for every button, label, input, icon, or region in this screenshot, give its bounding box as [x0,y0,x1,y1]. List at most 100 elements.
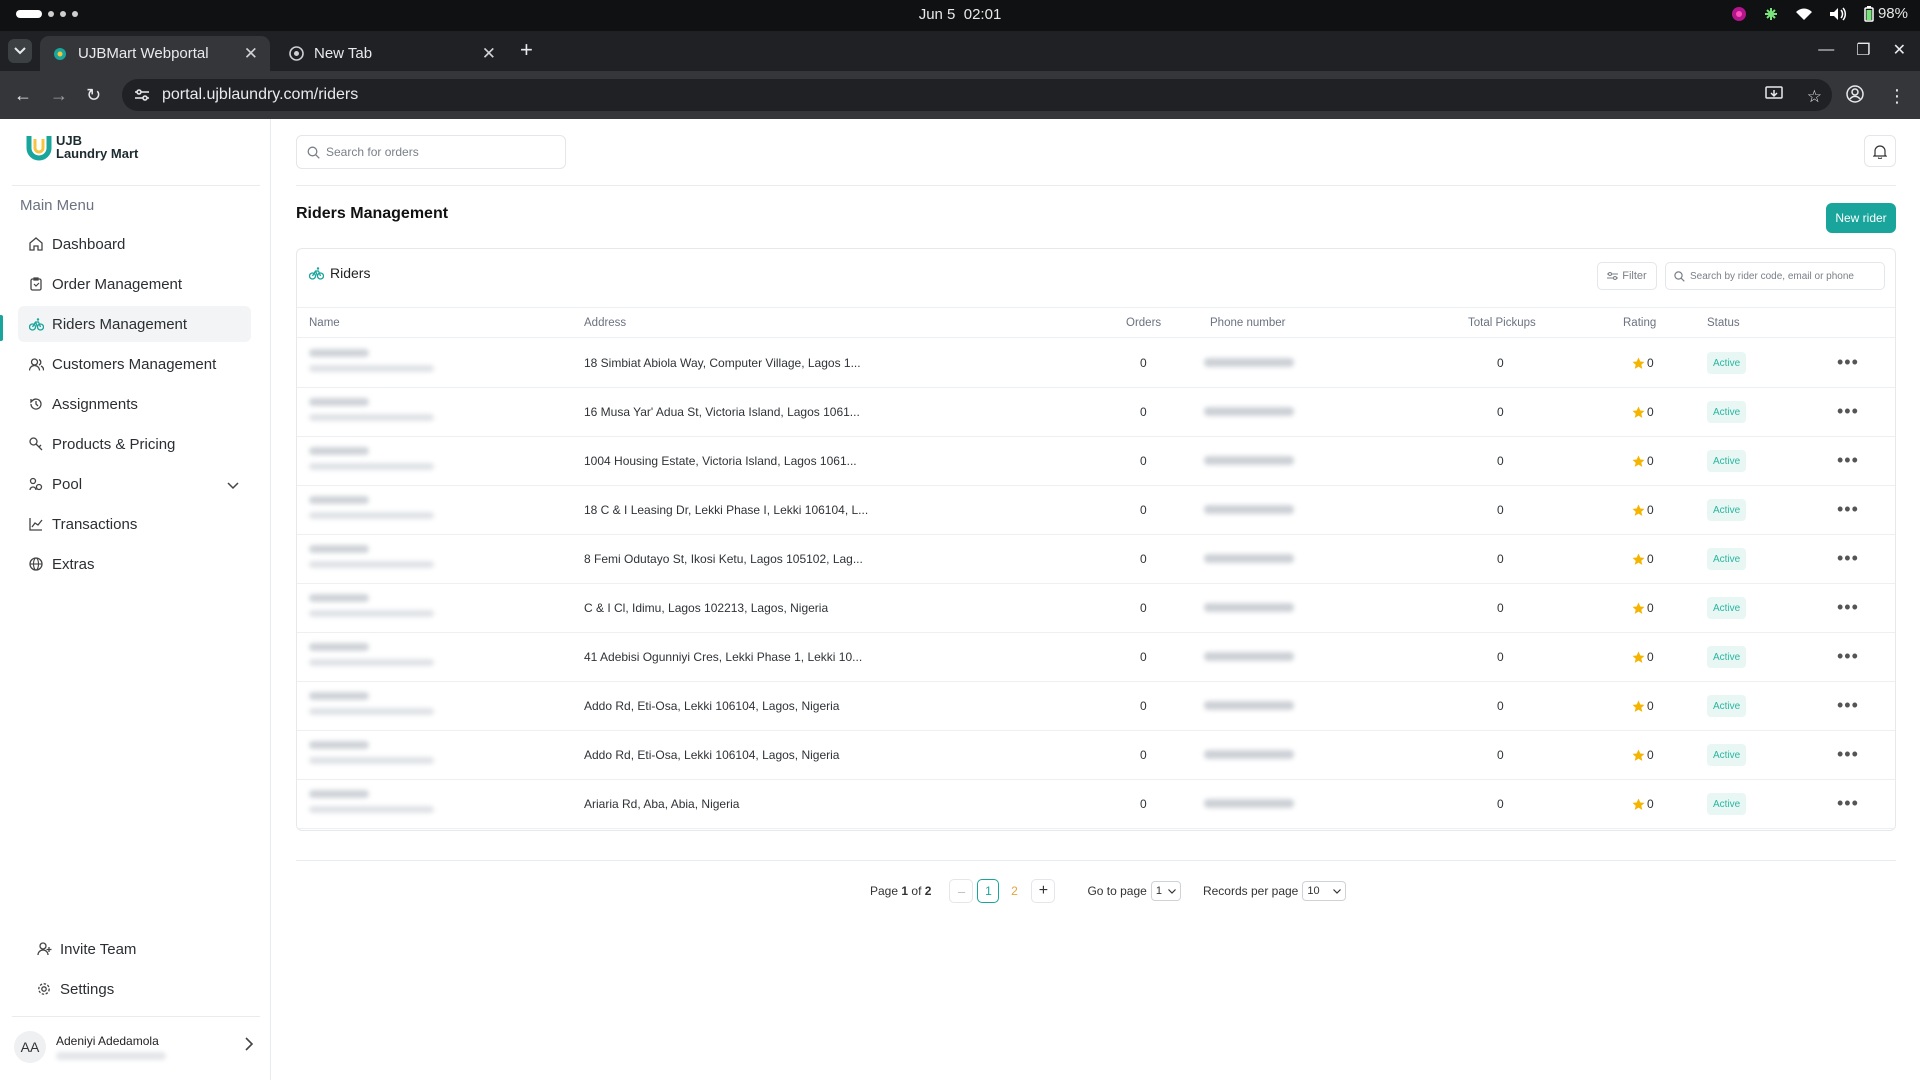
table-row[interactable]: 41 Adebisi Ogunniyi Cres, Lekki Phase 1,… [297,633,1895,682]
column-header-rating[interactable]: Rating [1623,317,1656,329]
close-window-icon[interactable]: ✕ [1893,40,1906,60]
prev-page-button[interactable]: – [949,879,974,903]
table-row[interactable]: 1004 Housing Estate, Victoria Island, La… [297,437,1895,486]
forward-arrow-icon[interactable]: → [50,85,68,106]
clipboard-icon [28,276,44,292]
more-actions-icon[interactable]: ••• [1837,401,1859,422]
sidebar-item-products-pricing[interactable]: Products & Pricing [18,426,251,462]
sidebar-item-label: Order Management [52,275,183,293]
more-actions-icon[interactable]: ••• [1837,597,1859,618]
rider-orders: 0 [1140,356,1147,370]
main-menu: Dashboard Order Management Riders Manage… [18,226,251,586]
sidebar-item-label: Settings [60,980,115,998]
rider-rating: 0 [1632,503,1654,517]
extension-icon[interactable] [1763,6,1779,22]
more-actions-icon[interactable]: ••• [1837,744,1859,765]
more-actions-icon[interactable]: ••• [1837,548,1859,569]
rider-total-pickups: 0 [1497,454,1504,468]
close-icon[interactable]: ✕ [482,44,496,64]
rider-address: 16 Musa Yar' Adua St, Victoria Island, L… [584,405,860,419]
install-app-icon[interactable] [1765,86,1783,107]
minimize-icon[interactable]: — [1818,41,1834,59]
sidebar-item-settings[interactable]: Settings [26,971,136,1007]
star-icon [1632,798,1645,810]
order-search-input[interactable]: Search for orders [296,135,566,169]
sidebar-item-extras[interactable]: Extras [18,546,251,582]
close-icon[interactable]: ✕ [244,44,258,64]
app-indicator-icon[interactable] [1731,6,1747,22]
profile-icon[interactable] [1846,85,1864,108]
page-button-2[interactable]: 2 [1003,879,1025,903]
next-page-button[interactable]: + [1031,879,1056,903]
sidebar-item-assignments[interactable]: Assignments [18,386,251,422]
more-actions-icon[interactable]: ••• [1837,450,1859,471]
bookmark-star-icon[interactable]: ☆ [1807,87,1822,107]
user-profile[interactable]: AA Adeniyi Adedamola [14,1025,258,1069]
sidebar-item-transactions[interactable]: Transactions [18,506,251,542]
filter-label: Filter [1622,270,1647,282]
more-actions-icon[interactable]: ••• [1837,793,1859,814]
rider-orders: 0 [1140,601,1147,615]
new-tab-plus-icon[interactable]: + [520,39,533,61]
tab-new-tab[interactable]: New Tab ✕ [276,36,508,71]
rider-search-input[interactable]: Search by rider code, email or phone [1665,262,1885,290]
tab-search-button[interactable] [8,39,32,63]
volume-icon[interactable] [1829,7,1847,21]
more-actions-icon[interactable]: ••• [1837,499,1859,520]
bell-icon [1873,144,1887,159]
column-header-status[interactable]: Status [1707,317,1740,329]
page-number: 2 [1011,884,1018,898]
page-label: Page [870,884,899,898]
table-row[interactable]: C & I Cl, Idimu, Lagos 102213, Lagos, Ni… [297,584,1895,633]
address-bar[interactable]: portal.ujblaundry.com/riders [122,79,1832,111]
rider-rating: 0 [1632,356,1654,370]
sidebar-item-pool[interactable]: Pool [18,466,251,502]
more-actions-icon[interactable]: ••• [1837,695,1859,716]
sidebar-item-invite-team[interactable]: Invite Team [26,931,136,967]
ujb-logo[interactable]: UJB Laundry Mart [26,133,138,161]
column-header-orders[interactable]: Orders [1126,317,1161,329]
chevron-down-icon[interactable] [227,477,239,494]
status-badge: Active [1707,450,1747,472]
status-badge: Active [1707,744,1747,766]
tab-title: UJBMart Webportal [78,45,209,62]
table-row[interactable]: Addo Rd, Eti-Osa, Lekki 106104, Lagos, N… [297,731,1895,780]
table-row[interactable]: Addo Rd, Eti-Osa, Lekki 106104, Lagos, N… [297,682,1895,731]
new-rider-button[interactable]: New rider [1826,203,1896,233]
battery-icon[interactable]: 98% [1863,5,1908,22]
page-button-1[interactable]: 1 [977,879,1000,903]
site-settings-icon[interactable] [134,88,152,102]
column-header-total-pickups[interactable]: Total Pickups [1468,317,1536,329]
goto-page-select[interactable]: 1 [1150,881,1181,901]
table-row[interactable]: 8 Femi Odutayo St, Ikosi Ketu, Lagos 105… [297,535,1895,584]
rider-address: Addo Rd, Eti-Osa, Lekki 106104, Lagos, N… [584,748,840,762]
table-row[interactable]: 18 C & I Leasing Dr, Lekki Phase I, Lekk… [297,486,1895,535]
table-row[interactable]: 18 Simbiat Abiola Way, Computer Village,… [297,339,1895,388]
system-clock[interactable]: Jun 5 02:01 [0,6,1920,23]
reload-icon[interactable]: ↻ [86,85,101,106]
sidebar-item-order-management[interactable]: Order Management [18,266,251,302]
table-row[interactable]: Ariaria Rd, Aba, Abia, Nigeria 0 0 0 Act… [297,780,1895,829]
column-header-address[interactable]: Address [584,317,626,329]
restore-icon[interactable]: ❐ [1856,40,1870,60]
goto-page-label: Go to page [1087,884,1147,898]
card-title: Riders [330,265,371,281]
sidebar-item-customers-management[interactable]: Customers Management [18,346,251,382]
column-header-name[interactable]: Name [309,317,340,329]
browser-menu-icon[interactable]: ⋮ [1888,86,1906,107]
wifi-icon[interactable] [1795,7,1813,21]
column-header-phone[interactable]: Phone number [1210,317,1285,329]
tab-ujbmart[interactable]: UJBMart Webportal ✕ [40,36,270,71]
records-per-page-select[interactable]: 10 [1302,881,1347,901]
filter-button[interactable]: Filter [1597,262,1657,290]
rider-orders: 0 [1140,650,1147,664]
notifications-button[interactable] [1864,135,1896,167]
rider-rating: 0 [1632,748,1654,762]
chevron-right-icon[interactable] [244,1037,254,1056]
sidebar-item-riders-management[interactable]: Riders Management [18,306,251,342]
more-actions-icon[interactable]: ••• [1837,352,1859,373]
more-actions-icon[interactable]: ••• [1837,646,1859,667]
table-row[interactable]: 16 Musa Yar' Adua St, Victoria Island, L… [297,388,1895,437]
back-arrow-icon[interactable]: ← [14,85,32,106]
sidebar-item-dashboard[interactable]: Dashboard [18,226,251,262]
